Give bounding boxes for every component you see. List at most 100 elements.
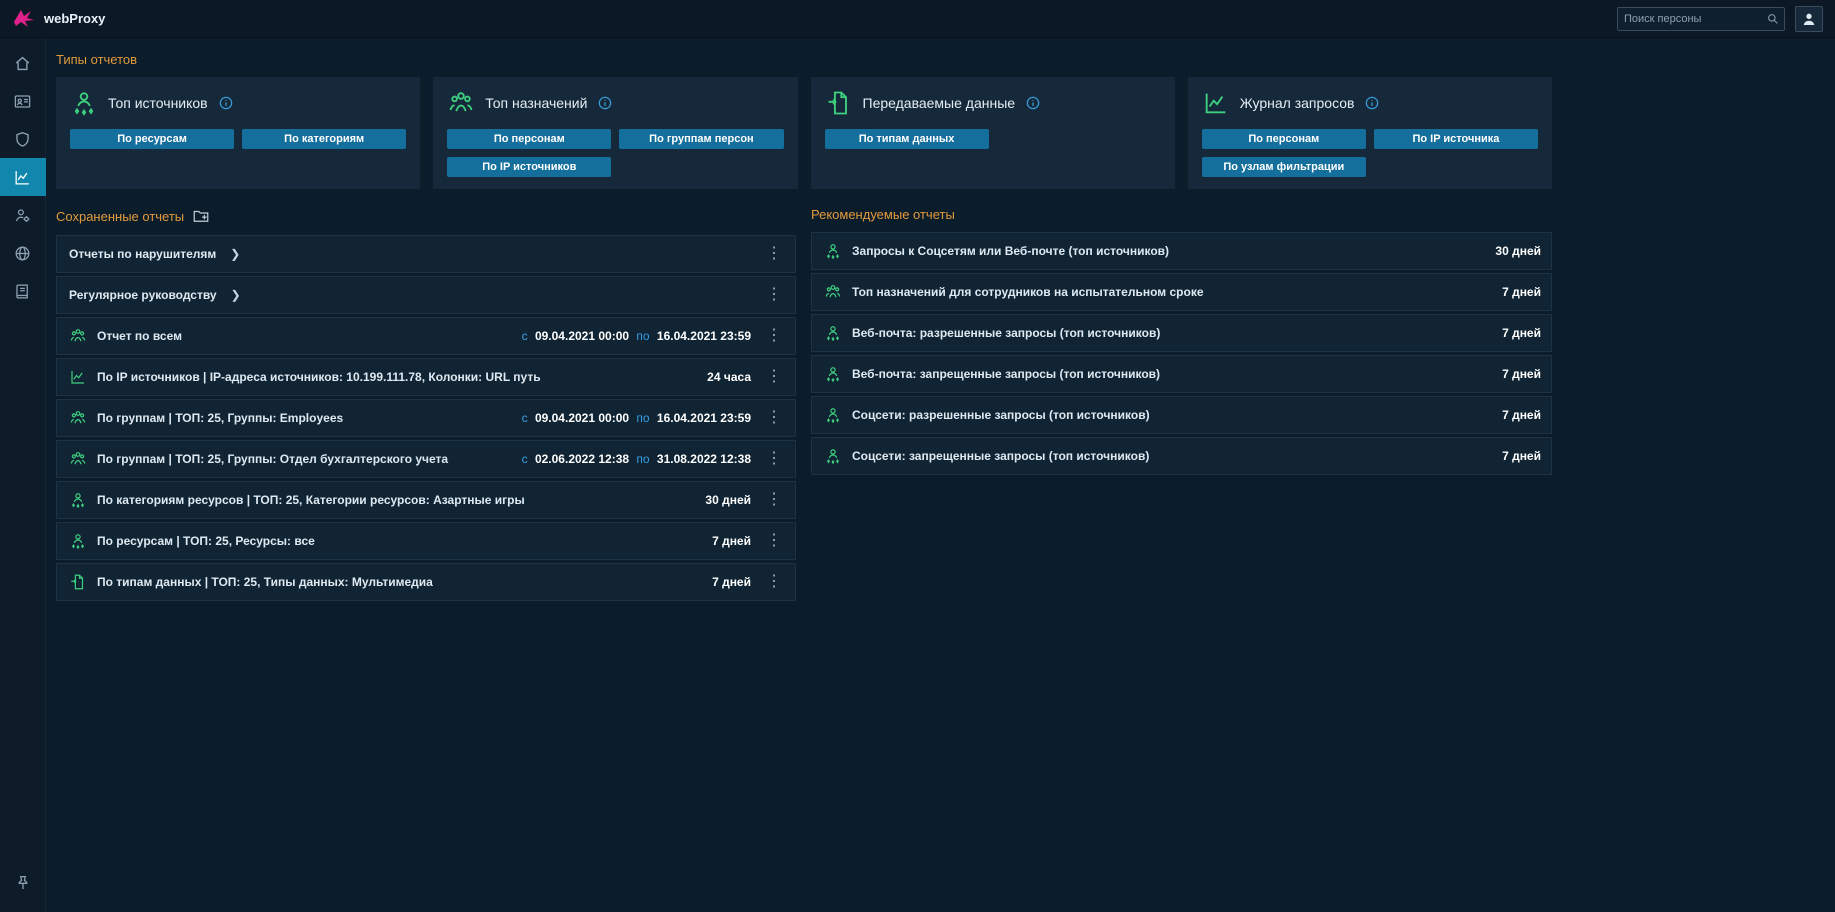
by-data-types-button[interactable]: По типам данных <box>824 129 989 149</box>
by-persons-button[interactable]: По персонам <box>1201 129 1366 149</box>
saved-report-row[interactable]: По ресурсам | ТОП: 25, Ресурсы: все 7 дн… <box>56 522 796 560</box>
to-label: по <box>636 452 650 466</box>
report-period: 7 дней <box>712 575 751 589</box>
kebab-menu-button[interactable]: ⋮ <box>763 328 785 344</box>
folder-add-icon[interactable] <box>192 207 210 225</box>
card-transferred-data: Передаваемые данные По типам данных <box>810 77 1175 189</box>
report-name: По ресурсам | ТОП: 25, Ресурсы: все <box>97 534 315 548</box>
report-name: Веб-почта: разрешенные запросы (топ исто… <box>852 326 1161 340</box>
kebab-menu-button[interactable]: ⋮ <box>763 246 785 262</box>
group-icon <box>824 283 842 301</box>
info-icon[interactable] <box>1025 95 1041 111</box>
saved-report-row[interactable]: По категориям ресурсов | ТОП: 25, Катего… <box>56 481 796 519</box>
report-date-range: с 09.04.2021 00:00 по 16.04.2021 23:59 <box>518 411 751 425</box>
person-stars-icon <box>69 532 87 550</box>
recommended-report-row[interactable]: Соцсети: разрешенные запросы (топ источн… <box>811 396 1552 434</box>
chevron-right-icon: ❯ <box>230 247 241 261</box>
card-top-sources: Топ источников По ресурсам По категориям <box>56 77 421 189</box>
group-icon <box>447 89 475 117</box>
by-person-groups-button[interactable]: По группам персон <box>619 129 784 149</box>
report-types-title-text: Типы отчетов <box>56 52 138 67</box>
kebab-menu-button[interactable]: ⋮ <box>763 492 785 508</box>
group-icon <box>69 327 87 345</box>
card-title: Передаваемые данные <box>862 95 1016 111</box>
recommended-reports-section: Рекомендуемые отчеты Запросы к Соцсетям … <box>811 203 1552 478</box>
person-stars-icon <box>824 365 842 383</box>
saved-report-folder-row[interactable]: Отчеты по нарушителям ❯ ⋮ <box>56 235 796 273</box>
report-period: 30 дней <box>1495 244 1541 258</box>
saved-report-row[interactable]: По группам | ТОП: 25, Группы: Employees … <box>56 399 796 437</box>
by-filter-nodes-button[interactable]: По узлам фильтрации <box>1201 157 1366 177</box>
report-name: Веб-почта: запрещенные запросы (топ исто… <box>852 367 1161 381</box>
app-logo-icon <box>12 7 36 31</box>
saved-report-row[interactable]: По IP источников | IP-адреса источников:… <box>56 358 796 396</box>
folder-name: Отчеты по нарушителям <box>69 247 217 261</box>
sidebar-item-policy[interactable] <box>0 120 46 158</box>
kebab-menu-button[interactable]: ⋮ <box>763 410 785 426</box>
saved-report-folder-row[interactable]: Регулярное руководству ❯ ⋮ <box>56 276 796 314</box>
sidebar-item-network[interactable] <box>0 234 46 272</box>
saved-report-row[interactable]: По группам | ТОП: 25, Группы: Отдел бухг… <box>56 440 796 478</box>
id-card-icon <box>13 92 32 111</box>
person-gear-icon <box>13 206 32 225</box>
sidebar-pin-toggle[interactable] <box>0 864 46 902</box>
report-name: Топ назначений для сотрудников на испыта… <box>852 285 1204 299</box>
by-ip-sources-button[interactable]: По IP источников <box>447 157 612 177</box>
report-date-range: с 02.06.2022 12:38 по 31.08.2022 12:38 <box>518 452 751 466</box>
kebab-menu-button[interactable]: ⋮ <box>763 533 785 549</box>
search-input[interactable] <box>1624 12 1766 25</box>
group-icon <box>69 450 87 468</box>
data-transfer-icon <box>69 573 87 591</box>
kebab-menu-button[interactable]: ⋮ <box>763 287 785 303</box>
report-period: 30 дней <box>705 493 751 507</box>
chevron-right-icon: ❯ <box>230 288 241 302</box>
by-resources-button[interactable]: По ресурсам <box>70 129 235 149</box>
report-name: Соцсети: разрешенные запросы (топ источн… <box>852 408 1150 422</box>
report-name: Соцсети: запрещенные запросы (топ источн… <box>852 449 1150 463</box>
report-date-range: с 09.04.2021 00:00 по 16.04.2021 23:59 <box>518 329 751 343</box>
from-label: с <box>521 329 528 343</box>
user-menu-button[interactable] <box>1795 5 1823 32</box>
app-title: webProxy <box>44 11 106 26</box>
sidebar-item-administration[interactable] <box>0 196 46 234</box>
report-period: 24 часа <box>707 370 751 384</box>
date-to: 31.08.2022 12:38 <box>656 452 751 466</box>
by-categories-button[interactable]: По категориям <box>242 129 407 149</box>
saved-reports-section: Сохраненные отчеты Отчеты по нарушителям… <box>56 203 796 604</box>
report-types-title: Типы отчетов <box>56 52 1823 67</box>
kebab-menu-button[interactable]: ⋮ <box>763 574 785 590</box>
person-stars-icon <box>824 242 842 260</box>
by-ip-source-button[interactable]: По IP источника <box>1373 129 1538 149</box>
by-persons-button[interactable]: По персонам <box>447 129 612 149</box>
info-icon[interactable] <box>597 95 613 111</box>
sidebar-item-journal[interactable] <box>0 272 46 310</box>
sidebar-item-persons[interactable] <box>0 82 46 120</box>
kebab-menu-button[interactable]: ⋮ <box>763 369 785 385</box>
data-transfer-icon <box>825 89 853 117</box>
person-stars-icon <box>70 89 98 117</box>
report-name: Отчет по всем <box>97 329 182 343</box>
saved-report-row[interactable]: Отчет по всем с 09.04.2021 00:00 по 16.0… <box>56 317 796 355</box>
report-period: 7 дней <box>1502 326 1541 340</box>
kebab-menu-button[interactable]: ⋮ <box>763 451 785 467</box>
sidebar-item-reports[interactable] <box>0 158 46 196</box>
recommended-report-row[interactable]: Топ назначений для сотрудников на испыта… <box>811 273 1552 311</box>
report-name: По IP источников | IP-адреса источников:… <box>97 370 541 384</box>
shield-icon <box>13 130 32 149</box>
person-search-box[interactable] <box>1617 6 1785 31</box>
sidebar <box>0 38 46 912</box>
report-name: Запросы к Соцсетям или Веб-почте (топ ис… <box>852 244 1170 258</box>
saved-report-row[interactable]: По типам данных | ТОП: 25, Типы данных: … <box>56 563 796 601</box>
recommended-report-row[interactable]: Соцсети: запрещенные запросы (топ источн… <box>811 437 1552 475</box>
date-from: 09.04.2021 00:00 <box>534 329 630 343</box>
person-stars-icon <box>824 447 842 465</box>
card-request-journal: Журнал запросов По персонам По IP источн… <box>1187 77 1552 189</box>
recommended-report-row[interactable]: Запросы к Соцсетям или Веб-почте (топ ис… <box>811 232 1552 270</box>
info-icon[interactable] <box>1364 95 1380 111</box>
report-name: По типам данных | ТОП: 25, Типы данных: … <box>97 575 433 589</box>
info-icon[interactable] <box>218 95 234 111</box>
folder-name: Регулярное руководству <box>69 288 217 302</box>
recommended-report-row[interactable]: Веб-почта: запрещенные запросы (топ исто… <box>811 355 1552 393</box>
sidebar-item-home[interactable] <box>0 44 46 82</box>
recommended-report-row[interactable]: Веб-почта: разрешенные запросы (топ исто… <box>811 314 1552 352</box>
